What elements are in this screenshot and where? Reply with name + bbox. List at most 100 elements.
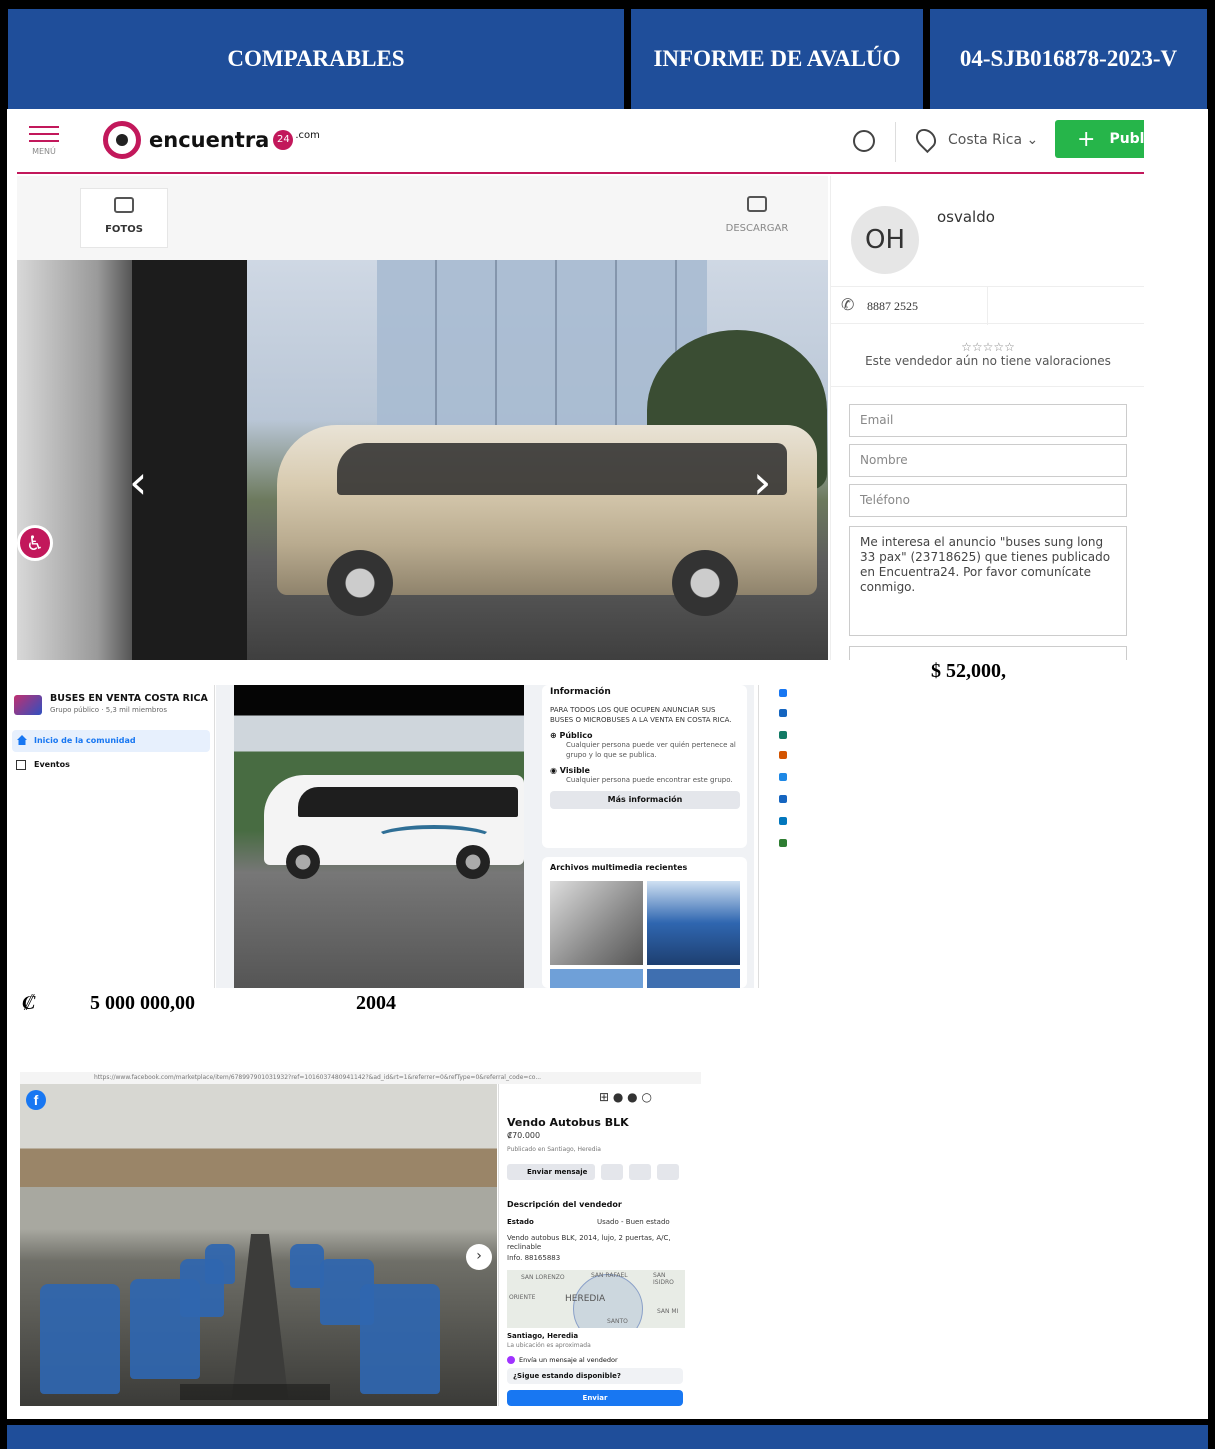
save-icon[interactable] (601, 1164, 623, 1180)
map-label: SANTO (607, 1318, 628, 1325)
gallery-prev-photo (17, 260, 132, 660)
facebook-logo-icon: f (26, 1090, 46, 1110)
info-card: Información PARA TODOS LOS QUE OCUPEN AN… (542, 685, 747, 848)
comparable2-year: 2004 (356, 992, 396, 1014)
more-info-button[interactable]: Más información (550, 791, 740, 809)
user-icon[interactable] (853, 130, 875, 152)
facebook-marketplace-screenshot: https://www.facebook.com/marketplace/ite… (20, 1072, 701, 1406)
seat (40, 1284, 120, 1394)
recent-media-title: Archivos multimedia recientes (550, 863, 688, 872)
next-photo-icon[interactable]: › (466, 1244, 492, 1270)
gallery-next-arrow-icon[interactable]: › (753, 455, 771, 509)
rail-icon[interactable] (779, 689, 787, 697)
media-thumbnail[interactable] (647, 969, 740, 988)
email-field[interactable]: Email (849, 404, 1127, 437)
name-field[interactable]: Nombre (849, 444, 1127, 477)
seller-sidebar: OH osvaldo ✆ 8887 2525 ☆☆☆☆☆ Este vended… (830, 176, 1144, 660)
listing-description: Vendo autobus BLK, 2014, lujo, 2 puertas… (507, 1234, 671, 1251)
seller-phone[interactable]: 8887 2525 (867, 299, 918, 314)
message-textarea[interactable]: Me interesa el anuncio "buses sung long … (849, 526, 1127, 636)
sidebar-item-home-label: Inicio de la comunidad (34, 736, 136, 745)
browser-url-bar[interactable]: https://www.facebook.com/marketplace/ite… (20, 1072, 701, 1084)
comparable2-price: 5 000 000,00 (90, 992, 195, 1014)
logo-badge: 24 (273, 130, 294, 150)
bus-photo[interactable] (234, 685, 524, 988)
country-label: Costa Rica (948, 132, 1023, 148)
avatar: OH (851, 206, 919, 274)
question-input[interactable]: ¿Sigue estando disponible? (507, 1368, 683, 1384)
seat (360, 1284, 440, 1394)
group-name[interactable]: BUSES EN VENTA COSTA RICA (50, 693, 208, 704)
rail-icon[interactable] (779, 817, 787, 825)
facebook-group-screenshot: BUSES EN VENTA COSTA RICA Grupo público … (10, 685, 798, 988)
rail-icon[interactable] (779, 731, 787, 739)
site-logo[interactable]: encuentra 24 .com (103, 120, 320, 160)
phone-divider (987, 287, 988, 325)
location-map[interactable]: SAN LORENZO SAN RAFAEL SAN ISIDRO ORIENT… (507, 1270, 685, 1328)
tab-photos[interactable]: FOTOS (80, 188, 168, 248)
accessibility-icon[interactable]: ♿ (17, 525, 53, 561)
gallery-dark-panel (132, 260, 247, 660)
send-message-button[interactable]: Enviar mensaje (507, 1164, 595, 1180)
rail-icon[interactable] (779, 773, 787, 781)
logo-suffix: .com (295, 129, 320, 141)
country-selector[interactable]: Costa Rica ⌄ (948, 132, 1038, 148)
publish-label: Publi (1109, 131, 1144, 147)
share-icon[interactable] (629, 1164, 651, 1180)
send-button[interactable]: Enviar (507, 1390, 683, 1406)
bus-interior-photo: f › (20, 1084, 497, 1406)
camera-icon (114, 197, 134, 213)
info-title: Información (550, 687, 611, 697)
nav-divider (895, 122, 896, 162)
sidebar-next-box (849, 646, 1127, 660)
media-thumbnail[interactable] (550, 969, 643, 988)
map-label: SAN RAFAEL (591, 1272, 628, 1279)
bus-windows (337, 443, 787, 495)
bus-shape (277, 425, 817, 616)
report-header: COMPARABLES INFORME DE AVALÚO 04-SJB0168… (0, 0, 1215, 109)
more-icon[interactable] (657, 1164, 679, 1180)
message-seller-label: Envía un mensaje al vendedor (519, 1356, 618, 1364)
recent-media-card: Archivos multimedia recientes (542, 857, 747, 988)
location-pin-icon (911, 124, 941, 154)
group-meta: Grupo público · 5,3 mil miembros (50, 706, 167, 714)
menu-icon[interactable]: MENÚ (29, 126, 59, 156)
listing-actions: Enviar mensaje (507, 1164, 687, 1180)
sidebar-item-home[interactable]: Inicio de la comunidad (12, 730, 210, 752)
rail-icon[interactable] (779, 751, 787, 759)
info-description: PARA TODOS LOS QUE OCUPEN ANUNCIAR SUS B… (550, 706, 732, 724)
bus-photo (247, 260, 828, 660)
currency-symbol: ₡ (22, 992, 36, 1014)
footer-bar (7, 1425, 1208, 1449)
map-label: SAN ISIDRO (653, 1272, 674, 1286)
media-thumbnail[interactable] (550, 881, 643, 965)
menu-label: MENÚ (32, 147, 56, 156)
phone-icon: ✆ (841, 295, 855, 314)
map-label: SAN LORENZO (521, 1274, 565, 1281)
bus-front-wheel (286, 845, 320, 879)
rail-icon[interactable] (779, 839, 787, 847)
report-footer (7, 1419, 1208, 1449)
seat (290, 1244, 324, 1288)
photo-gallery: ‹ › ♿ (17, 260, 828, 660)
home-icon (17, 735, 27, 745)
globe-icon: ⊕ (550, 731, 560, 740)
rail-icon[interactable] (779, 795, 787, 803)
gallery-prev-arrow-icon[interactable]: ‹ (129, 455, 147, 509)
bus-rear-wheel (456, 845, 490, 879)
bus-windows (298, 787, 518, 817)
rating-stars: ☆☆☆☆☆ (961, 340, 1015, 354)
group-thumbnail[interactable] (14, 695, 42, 715)
bus-rear-wheel (672, 550, 738, 616)
phone-field[interactable]: Teléfono (849, 484, 1127, 517)
rail-icon[interactable] (779, 709, 787, 717)
photo-thumbnails[interactable] (180, 1384, 330, 1400)
listing-price: ₡70.000 (507, 1131, 541, 1140)
publish-button[interactable]: + Publi (1055, 120, 1144, 158)
sidebar-item-events[interactable]: Eventos (34, 760, 70, 769)
state-label: Estado (507, 1218, 534, 1226)
top-icons[interactable]: ⊞ ● ● ○ (599, 1090, 652, 1104)
media-thumbnail[interactable] (647, 881, 740, 965)
tab-download[interactable]: DESCARGAR (717, 188, 797, 248)
map-label: ORIENTE (509, 1294, 536, 1301)
